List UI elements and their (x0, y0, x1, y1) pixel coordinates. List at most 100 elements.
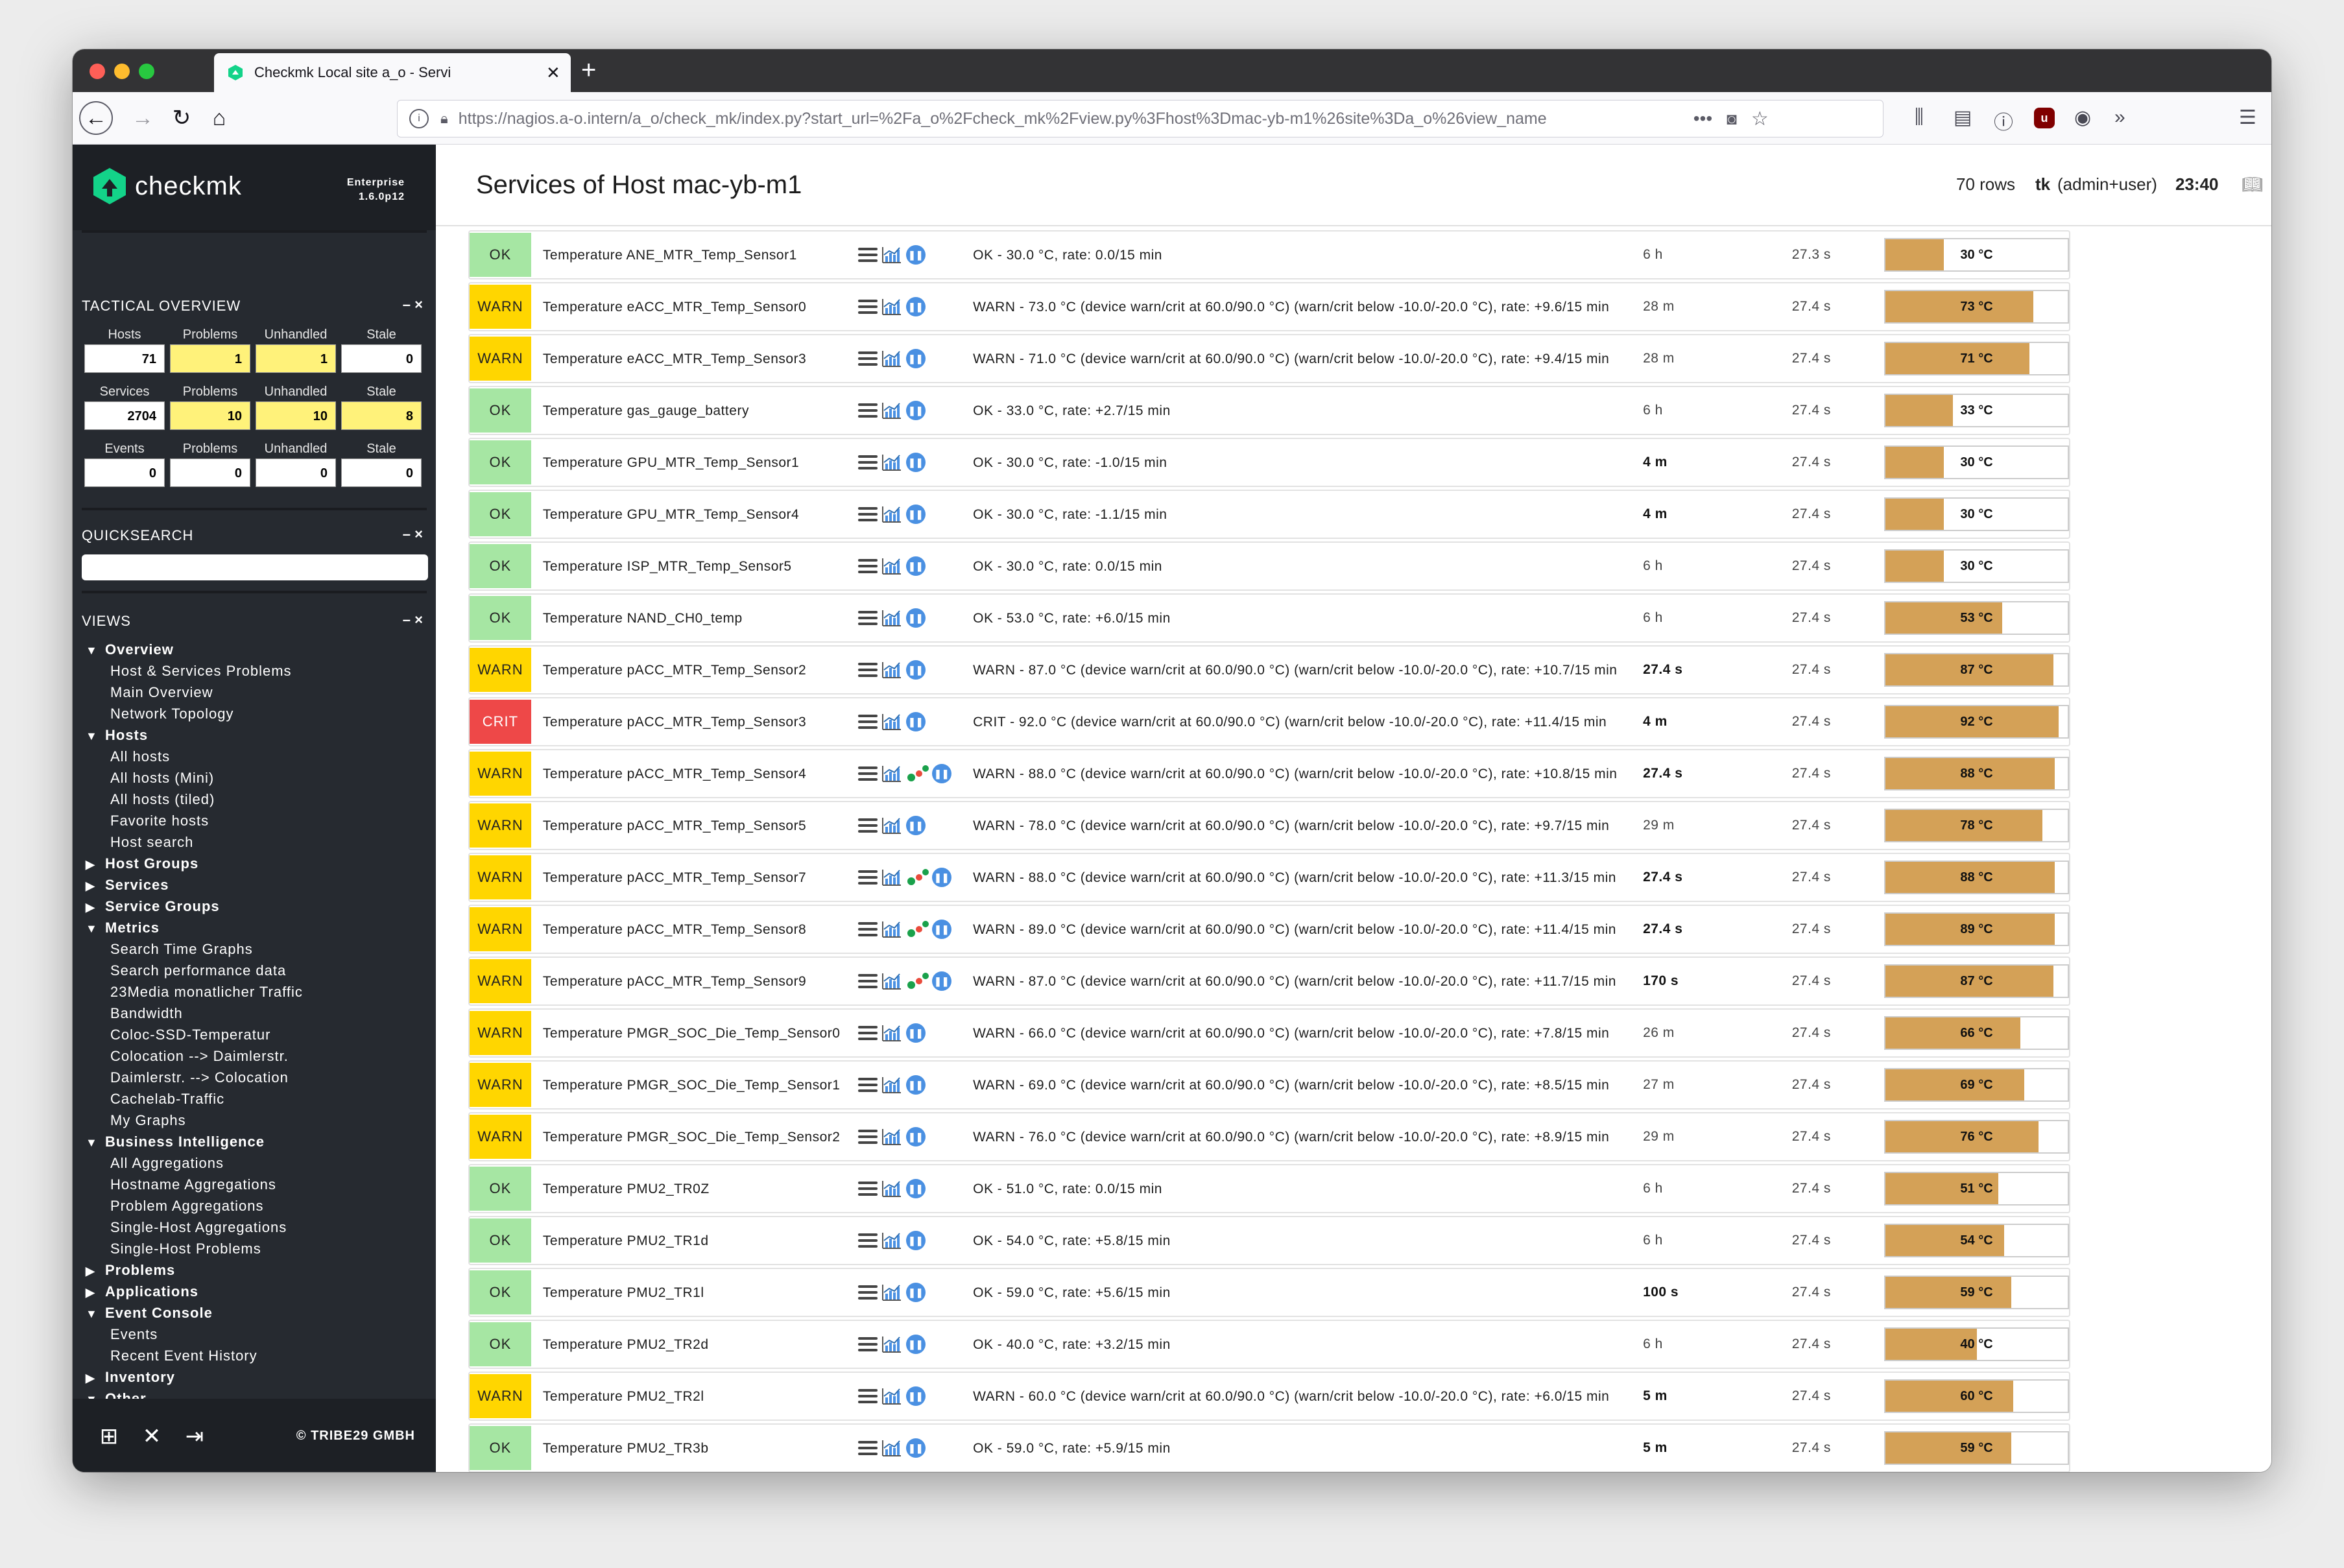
rule-dots-icon[interactable] (906, 972, 929, 990)
views-link[interactable]: 23Media monatlicher Traffic (86, 981, 429, 1003)
service-row[interactable]: WARN Temperature pACC_MTR_Temp_Sensor2 ❚❚ W… (468, 645, 2070, 695)
close-window-button[interactable] (90, 64, 105, 79)
views-link[interactable]: Host search (86, 831, 429, 853)
perf-o-meter[interactable]: 40 °C (1884, 1327, 2069, 1361)
forward-button[interactable]: → (126, 101, 160, 135)
views-link[interactable]: Search Time Graphs (86, 938, 429, 960)
service-row[interactable]: OK Temperature gas_gauge_battery ❚❚ OK - 33… (468, 386, 2070, 435)
triangle-down-icon[interactable]: ▼ (86, 918, 105, 940)
home-button[interactable]: ⌂ (202, 101, 236, 135)
context-menu-icon[interactable] (857, 403, 878, 418)
perf-o-meter[interactable]: 66 °C (1884, 1016, 2069, 1050)
checkmk-logo-icon[interactable] (92, 167, 127, 206)
pause-icon[interactable]: ❚❚ (905, 1023, 926, 1043)
perf-o-meter[interactable]: 87 °C (1884, 964, 2069, 998)
address-bar[interactable]: i 🔒︎ https://nagios.a-o.intern/a_o/check… (397, 100, 1884, 137)
graph-icon[interactable] (881, 298, 902, 316)
perf-o-meter[interactable]: 69 °C (1884, 1068, 2069, 1102)
hamburger-menu-icon[interactable]: ☰ (2239, 106, 2256, 129)
pause-icon[interactable]: ❚❚ (905, 297, 926, 316)
pause-icon[interactable]: ❚❚ (905, 453, 926, 472)
views-link[interactable]: Host & Services Problems (86, 660, 429, 682)
context-menu-icon[interactable] (857, 559, 878, 573)
quicksearch-input[interactable] (82, 554, 428, 580)
pause-icon[interactable]: ❚❚ (905, 1335, 926, 1354)
pause-icon[interactable]: ❚❚ (905, 401, 926, 420)
new-tab-button[interactable]: + (581, 56, 596, 85)
quicksearch-controls[interactable]: – × (403, 526, 423, 543)
context-menu-icon[interactable] (857, 870, 878, 885)
service-name-link[interactable]: Temperature pACC_MTR_Temp_Sensor9 (531, 973, 858, 990)
context-menu-icon[interactable] (857, 1026, 878, 1040)
service-row[interactable]: WARN Temperature eACC_MTR_Temp_Sensor3 ❚❚ W… (468, 334, 2070, 383)
pocket-icon[interactable]: ◙ (1727, 109, 1737, 129)
service-name-link[interactable]: Temperature pACC_MTR_Temp_Sensor4 (531, 765, 858, 783)
url-text[interactable]: https://nagios.a-o.intern/a_o/check_mk/i… (459, 110, 1678, 128)
context-menu-icon[interactable] (857, 1130, 878, 1144)
triangle-down-icon[interactable]: ▼ (86, 726, 105, 747)
graph-icon[interactable] (881, 920, 902, 938)
service-name-link[interactable]: Temperature pACC_MTR_Temp_Sensor5 (531, 817, 858, 835)
views-folder[interactable]: ▶ Applications (86, 1281, 429, 1302)
service-row[interactable]: WARN Temperature pACC_MTR_Temp_Sensor4 ❚❚ W… (468, 749, 2070, 798)
pause-icon[interactable]: ❚❚ (905, 660, 926, 680)
views-link[interactable]: Recent Event History (86, 1345, 429, 1366)
service-row[interactable]: OK Temperature GPU_MTR_Temp_Sensor4 ❚❚ OK -… (468, 490, 2070, 539)
triangle-down-icon[interactable]: ▼ (86, 1303, 105, 1325)
tactical-stale-count[interactable]: 8 (341, 401, 422, 430)
perf-o-meter[interactable]: 88 °C (1884, 757, 2069, 790)
tactical-unhandled-count[interactable]: 10 (256, 401, 336, 430)
service-name-link[interactable]: Temperature eACC_MTR_Temp_Sensor3 (531, 350, 858, 368)
pause-icon[interactable]: ❚❚ (905, 556, 926, 576)
views-link[interactable]: Network Topology (86, 703, 429, 724)
views-folder[interactable]: ▶ Service Groups (86, 896, 429, 917)
views-folder[interactable]: ▼ Event Console (86, 1302, 429, 1324)
service-name-link[interactable]: Temperature PMU2_TR0Z (531, 1180, 858, 1198)
lock-icon[interactable]: 🔒︎ (440, 110, 448, 127)
perf-o-meter[interactable]: 60 °C (1884, 1379, 2069, 1413)
tactical-problems-count[interactable]: 1 (170, 344, 250, 373)
views-folder[interactable]: ▶ Services (86, 874, 429, 896)
minimize-window-button[interactable] (114, 64, 130, 79)
service-name-link[interactable]: Temperature pACC_MTR_Temp_Sensor2 (531, 661, 858, 679)
pause-icon[interactable]: ❚❚ (905, 1438, 926, 1458)
service-name-link[interactable]: Temperature pACC_MTR_Temp_Sensor7 (531, 869, 858, 886)
logout-icon[interactable]: ⇥ (180, 1422, 209, 1451)
service-row[interactable]: OK Temperature PMU2_TR0Z ❚❚ OK - 51.0 °C, r… (468, 1164, 2070, 1213)
graph-icon[interactable] (881, 609, 902, 627)
views-link[interactable]: All hosts (tiled) (86, 789, 429, 810)
context-menu-icon[interactable] (857, 507, 878, 521)
views-link[interactable]: Colocation --> Daimlerstr. (86, 1045, 429, 1067)
graph-icon[interactable] (881, 765, 902, 783)
tactical-problems-count[interactable]: 10 (170, 401, 250, 430)
triangle-right-icon[interactable]: ▶ (86, 854, 105, 875)
views-link[interactable]: Daimlerstr. --> Colocation (86, 1067, 429, 1088)
service-row[interactable]: OK Temperature ANE_MTR_Temp_Sensor1 ❚❚ OK -… (468, 230, 2070, 279)
service-name-link[interactable]: Temperature eACC_MTR_Temp_Sensor0 (531, 298, 858, 316)
graph-icon[interactable] (881, 350, 902, 368)
tactical-stale-count[interactable]: 0 (341, 458, 422, 487)
perf-o-meter[interactable]: 51 °C (1884, 1172, 2069, 1206)
graph-icon[interactable] (881, 1387, 902, 1405)
service-name-link[interactable]: Temperature PMU2_TR2l (531, 1388, 858, 1405)
bookmark-book-icon[interactable]: 📖︎ (2242, 174, 2263, 195)
service-row[interactable]: OK Temperature NAND_CH0_temp ❚❚ OK - 53.0 °… (468, 593, 2070, 643)
context-menu-icon[interactable] (857, 974, 878, 988)
perf-o-meter[interactable]: 87 °C (1884, 653, 2069, 687)
views-link[interactable]: Single-Host Aggregations (86, 1217, 429, 1238)
graph-icon[interactable] (881, 401, 902, 420)
service-name-link[interactable]: Temperature pACC_MTR_Temp_Sensor3 (531, 713, 858, 731)
pause-icon[interactable]: ❚❚ (905, 1386, 926, 1406)
views-link[interactable]: My Graphs (86, 1110, 429, 1131)
triangle-right-icon[interactable]: ▶ (86, 1282, 105, 1303)
views-folder[interactable]: ▶ Host Groups (86, 853, 429, 874)
graph-icon[interactable] (881, 972, 902, 990)
context-menu-icon[interactable] (857, 1182, 878, 1196)
context-menu-icon[interactable] (857, 611, 878, 625)
tactical-unhandled-count[interactable]: 1 (256, 344, 336, 373)
service-name-link[interactable]: Temperature PMU2_TR1d (531, 1232, 858, 1250)
views-folder[interactable]: ▼ Hosts (86, 724, 429, 746)
pause-icon[interactable]: ❚❚ (905, 1127, 926, 1146)
context-menu-icon[interactable] (857, 663, 878, 677)
tab-close-icon[interactable]: ✕ (546, 63, 560, 83)
